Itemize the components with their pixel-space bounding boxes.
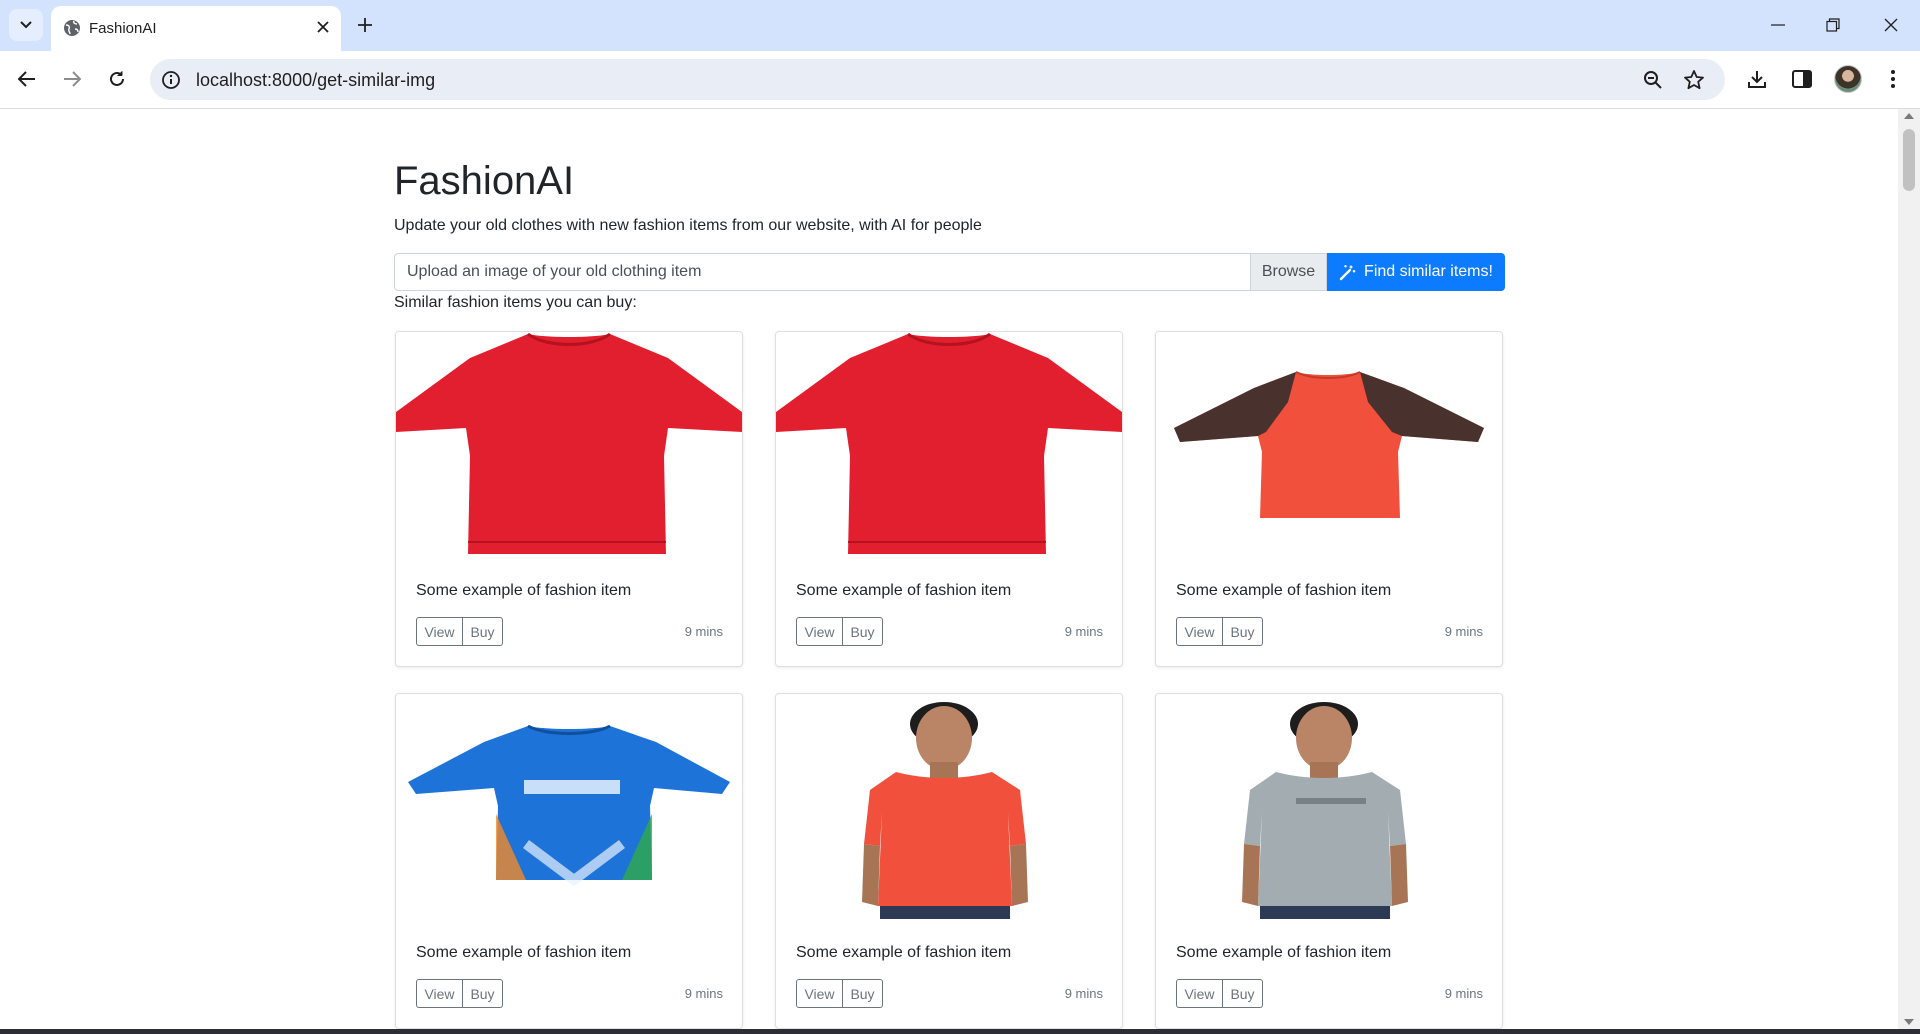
forward-button[interactable] xyxy=(55,62,89,96)
star-icon xyxy=(1684,70,1704,90)
page-title: FashionAI xyxy=(394,159,575,203)
browser-tab[interactable]: FashionAI xyxy=(51,6,341,51)
browser-tab-strip: FashionAI xyxy=(0,0,1920,51)
back-button[interactable] xyxy=(10,62,44,96)
product-card: Some example of fashion item View Buy 9 … xyxy=(395,331,743,667)
zoom-button[interactable] xyxy=(1641,68,1665,92)
card-button-group: View Buy xyxy=(796,979,883,1008)
buy-button[interactable]: Buy xyxy=(463,979,503,1008)
card-button-group: View Buy xyxy=(1176,617,1263,646)
side-panel-button[interactable] xyxy=(1789,66,1815,92)
close-icon xyxy=(1884,18,1898,32)
card-text: Some example of fashion item xyxy=(796,582,1012,599)
new-tab-button[interactable] xyxy=(352,12,378,38)
scroll-down-arrow-icon[interactable] xyxy=(1904,1019,1914,1025)
download-icon xyxy=(1748,71,1766,88)
minimize-button[interactable] xyxy=(1760,10,1796,40)
card-text: Some example of fashion item xyxy=(416,582,632,599)
taskbar-edge xyxy=(0,1029,1920,1034)
buy-button[interactable]: Buy xyxy=(843,617,883,646)
card-time: 9 mins xyxy=(1444,986,1483,1001)
view-button[interactable]: View xyxy=(1176,617,1223,646)
card-time: 9 mins xyxy=(1064,986,1103,1001)
product-card: Some example of fashion item View Buy 9 … xyxy=(1155,693,1503,1029)
downloads-button[interactable] xyxy=(1744,66,1770,92)
card-time: 9 mins xyxy=(684,624,723,639)
product-card: Some example of fashion item View Buy 9 … xyxy=(775,331,1123,667)
results-heading: Similar fashion items you can buy: xyxy=(394,294,637,311)
tab-search-button[interactable] xyxy=(9,9,43,41)
product-image-orange-sports-tshirt[interactable] xyxy=(1156,332,1502,557)
buy-button[interactable]: Buy xyxy=(463,617,503,646)
reload-button[interactable] xyxy=(100,62,134,96)
file-upload-input[interactable]: Upload an image of your old clothing ite… xyxy=(394,253,1251,291)
card-text: Some example of fashion item xyxy=(1176,944,1392,961)
find-similar-label: Find similar items! xyxy=(1364,263,1493,280)
chevron-down-icon xyxy=(20,21,32,29)
buy-button[interactable]: Buy xyxy=(1223,617,1263,646)
arrow-left-icon xyxy=(18,71,35,87)
tab-title: FashionAI xyxy=(89,20,157,37)
browse-button[interactable]: Browse xyxy=(1251,253,1327,291)
buy-button[interactable]: Buy xyxy=(1223,979,1263,1008)
card-button-group: View Buy xyxy=(416,979,503,1008)
product-card: Some example of fashion item View Buy 9 … xyxy=(1155,331,1503,667)
bookmark-button[interactable] xyxy=(1682,68,1706,92)
restore-button[interactable] xyxy=(1815,10,1851,40)
reload-icon xyxy=(110,71,124,86)
card-text: Some example of fashion item xyxy=(796,944,1012,961)
address-bar[interactable]: localhost:8000/get-similar-img xyxy=(150,59,1725,100)
scroll-up-arrow-icon[interactable] xyxy=(1904,113,1914,119)
close-tab-icon[interactable] xyxy=(313,17,333,37)
product-image-model-grey-tshirt[interactable] xyxy=(1156,694,1502,919)
globe-icon xyxy=(64,20,80,36)
zoom-out-icon xyxy=(1644,71,1662,89)
card-button-group: View Buy xyxy=(796,617,883,646)
minimize-icon xyxy=(1771,24,1785,26)
menu-button[interactable] xyxy=(1880,66,1906,92)
info-icon[interactable] xyxy=(161,70,181,90)
page-scrollbar[interactable] xyxy=(1898,109,1920,1029)
upload-form: Upload an image of your old clothing ite… xyxy=(394,253,1505,291)
view-button[interactable]: View xyxy=(796,979,843,1008)
view-button[interactable]: View xyxy=(416,617,463,646)
url-text[interactable]: localhost:8000/get-similar-img xyxy=(196,70,435,91)
browser-toolbar: localhost:8000/get-similar-img xyxy=(0,51,1920,109)
product-image-blue-cricket-jersey[interactable] xyxy=(396,694,742,919)
card-text: Some example of fashion item xyxy=(416,944,632,961)
arrow-right-icon xyxy=(64,71,81,87)
view-button[interactable]: View xyxy=(1176,979,1223,1008)
card-time: 9 mins xyxy=(684,986,723,1001)
product-image-model-orange-tshirt[interactable] xyxy=(776,694,1122,919)
product-image-red-tshirt[interactable] xyxy=(396,332,742,557)
page-lead: Update your old clothes with new fashion… xyxy=(394,217,982,234)
file-upload-placeholder: Upload an image of your old clothing ite… xyxy=(407,263,702,280)
view-button[interactable]: View xyxy=(416,979,463,1008)
magic-wand-icon xyxy=(1339,264,1356,280)
card-button-group: View Buy xyxy=(1176,979,1263,1008)
page-viewport: FashionAI Update your old clothes with n… xyxy=(0,109,1898,1029)
scrollbar-thumb[interactable] xyxy=(1903,129,1915,191)
product-image-red-tshirt[interactable] xyxy=(776,332,1122,557)
card-time: 9 mins xyxy=(1444,624,1483,639)
buy-button[interactable]: Buy xyxy=(843,979,883,1008)
find-similar-button[interactable]: Find similar items! xyxy=(1327,253,1505,291)
close-window-button[interactable] xyxy=(1873,10,1909,40)
product-card: Some example of fashion item View Buy 9 … xyxy=(395,693,743,1029)
card-button-group: View Buy xyxy=(416,617,503,646)
view-button[interactable]: View xyxy=(796,617,843,646)
card-time: 9 mins xyxy=(1064,624,1103,639)
side-panel-icon xyxy=(1792,70,1812,88)
card-text: Some example of fashion item xyxy=(1176,582,1392,599)
plus-icon xyxy=(358,18,372,32)
more-vert-icon xyxy=(1891,70,1895,88)
profile-avatar[interactable] xyxy=(1834,65,1862,93)
product-card: Some example of fashion item View Buy 9 … xyxy=(775,693,1123,1029)
restore-icon xyxy=(1826,18,1840,32)
